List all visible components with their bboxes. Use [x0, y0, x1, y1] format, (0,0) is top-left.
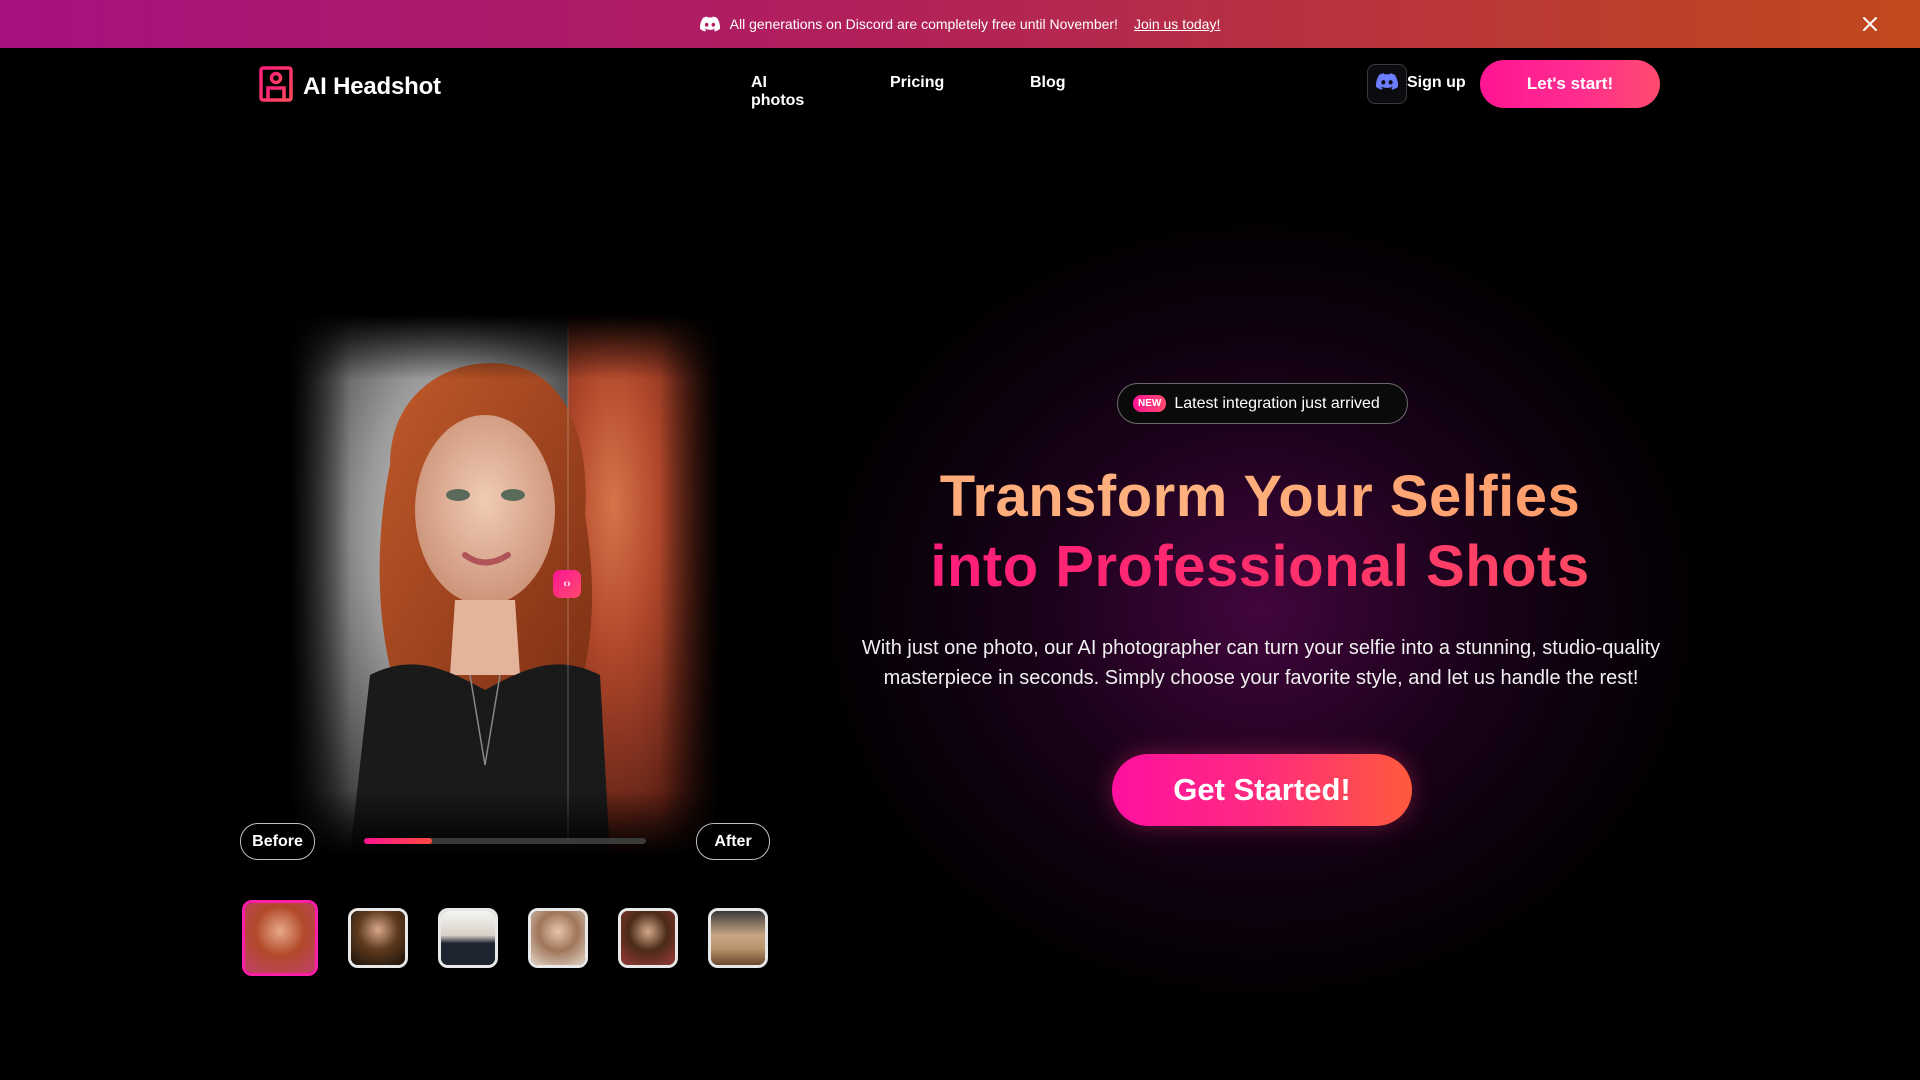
style-thumbnail[interactable]: [708, 908, 768, 968]
progress-fill: [364, 838, 432, 844]
top-nav: AI Headshot AI photos Pricing Blog Sign …: [0, 48, 1920, 120]
badge-text: Latest integration just arrived: [1174, 394, 1380, 412]
new-tag: NEW: [1133, 395, 1167, 412]
before-after-image: [290, 315, 720, 855]
logo-text: AI Headshot: [303, 72, 441, 100]
before-label[interactable]: Before: [240, 823, 315, 860]
hero-subtext: With just one photo, our AI photographer…: [861, 637, 1661, 689]
nav-ai-photos[interactable]: AI photos: [751, 74, 804, 110]
discord-icon: [1376, 73, 1399, 95]
discord-icon: [699, 16, 720, 32]
announcement-banner: All generations on Discord are completel…: [0, 0, 1920, 48]
new-integration-badge[interactable]: NEW Latest integration just arrived: [1117, 383, 1408, 424]
get-started-button[interactable]: Get Started!: [1112, 754, 1412, 826]
compare-slider-handle[interactable]: ‹›: [553, 570, 581, 598]
close-icon[interactable]: [1858, 12, 1882, 36]
style-thumbnail[interactable]: [348, 908, 408, 968]
style-thumbnail[interactable]: [438, 908, 498, 968]
image-vignette: [290, 315, 720, 855]
discord-button[interactable]: [1367, 64, 1407, 104]
logo-icon: [259, 66, 293, 107]
after-label[interactable]: After: [696, 823, 770, 860]
lets-start-button[interactable]: Let's start!: [1480, 60, 1660, 108]
style-thumbnail[interactable]: [242, 900, 318, 976]
banner-message: All generations on Discord are completel…: [729, 16, 1118, 32]
headline-line-1: Transform Your Selfies: [939, 464, 1581, 529]
sign-up-link[interactable]: Sign up: [1407, 74, 1466, 92]
style-thumbnail[interactable]: [618, 908, 678, 968]
hero-glow: [800, 200, 1720, 1020]
hero-headline: Transform Your Selfies into Professional…: [760, 462, 1760, 602]
logo[interactable]: AI Headshot: [259, 66, 441, 107]
nav-blog[interactable]: Blog: [1030, 74, 1066, 92]
headline-line-2: into Professional Shots: [930, 534, 1590, 599]
style-thumbnail[interactable]: [528, 908, 588, 968]
style-progress-bar: [364, 838, 646, 844]
nav-pricing[interactable]: Pricing: [890, 74, 944, 92]
join-discord-link[interactable]: Join us today!: [1134, 16, 1220, 32]
